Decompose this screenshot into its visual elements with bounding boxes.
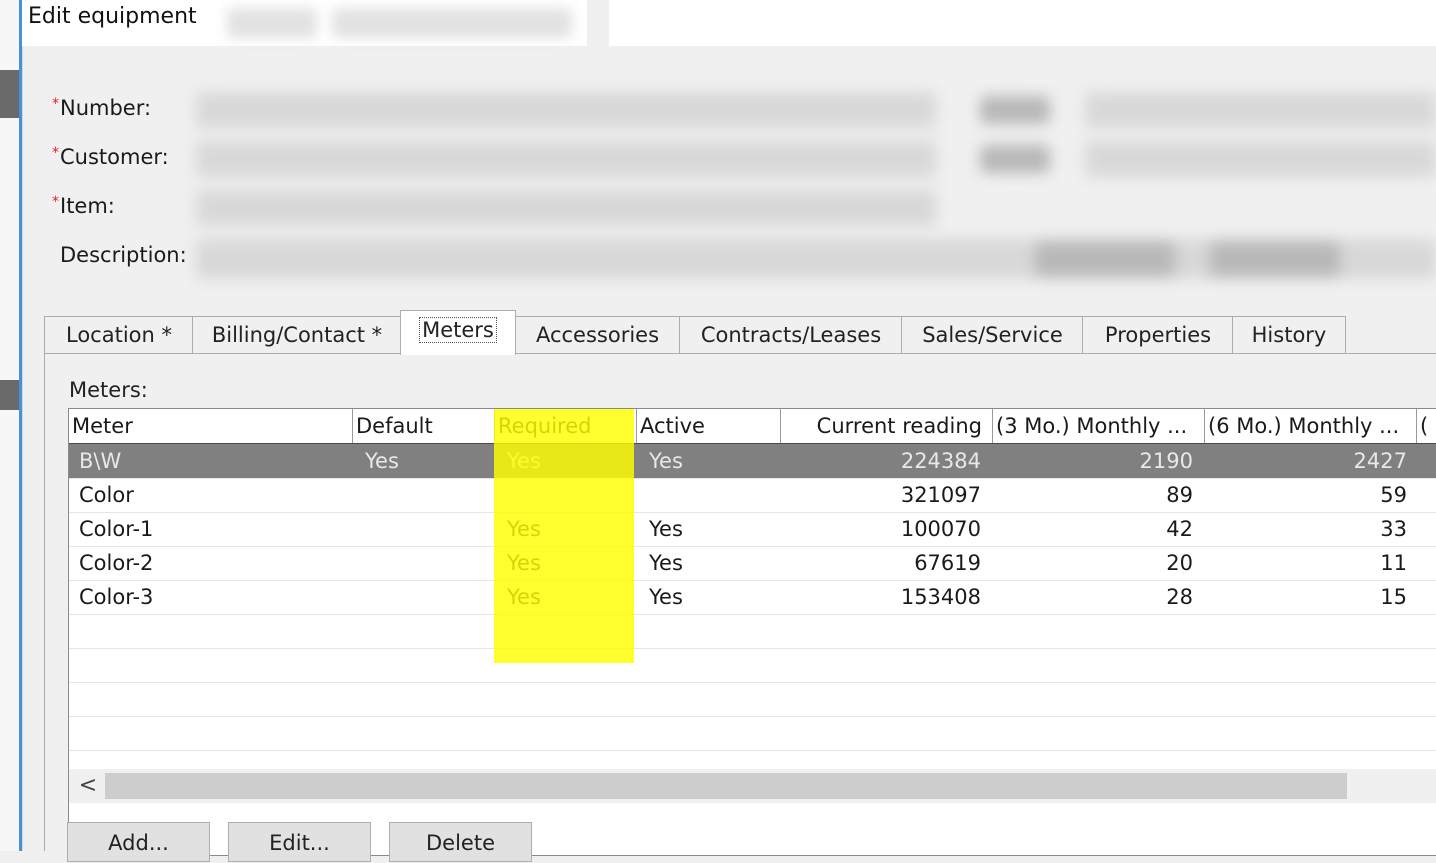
required-marker: *: [52, 145, 59, 161]
meters-section-label: Meters:: [69, 378, 148, 402]
tab-location[interactable]: Location *: [44, 316, 194, 353]
background-window-strip: [0, 0, 23, 851]
column-header-active[interactable]: Active: [637, 409, 781, 443]
column-header-current-reading[interactable]: Current reading: [781, 409, 993, 443]
scroll-left-icon[interactable]: <: [75, 769, 101, 803]
title-bar-gap: [587, 0, 609, 46]
background-window-fragment: [0, 70, 19, 118]
scrollbar-thumb[interactable]: [105, 773, 1347, 799]
meters-grid[interactable]: Meter Default Required Active Current re…: [68, 408, 1436, 856]
item-label: *Item:: [52, 194, 115, 218]
grid-header: Meter Default Required Active Current re…: [69, 409, 1436, 445]
meters-panel: Meters: Meter Default Required Active Cu…: [44, 354, 1436, 856]
tab-history[interactable]: History: [1232, 316, 1346, 353]
table-row-empty: [69, 614, 1436, 649]
table-row-empty: [69, 648, 1436, 683]
table-row[interactable]: Color-2 Yes Yes 67619 20 11: [69, 546, 1436, 581]
table-row-empty: [69, 682, 1436, 717]
add-button[interactable]: Add...: [67, 822, 210, 862]
title-bar: Edit equipment: [22, 0, 1436, 46]
column-header-default[interactable]: Default: [353, 409, 495, 443]
description-label: Description:: [60, 243, 187, 267]
table-row[interactable]: Color-3 Yes Yes 153408 28 15: [69, 580, 1436, 615]
window-title: Edit equipment: [28, 4, 197, 29]
column-header-3mo-monthly[interactable]: (3 Mo.) Monthly ...: [993, 409, 1205, 443]
background-window-fragment: [0, 380, 19, 410]
column-header-overflow[interactable]: (: [1417, 409, 1436, 443]
customer-field[interactable]: [196, 141, 936, 177]
table-row[interactable]: B\W Yes Yes Yes 224384 2190 2427: [69, 444, 1436, 479]
redacted-button[interactable]: [1210, 243, 1340, 275]
column-header-6mo-monthly[interactable]: (6 Mo.) Monthly ...: [1205, 409, 1417, 443]
table-row[interactable]: Color 321097 89 59: [69, 478, 1436, 513]
tab-sales-service[interactable]: Sales/Service: [901, 316, 1084, 353]
tab-accessories[interactable]: Accessories: [514, 316, 681, 353]
redacted-field[interactable]: [1085, 141, 1436, 177]
window-edge: [19, 0, 22, 851]
item-field[interactable]: [196, 190, 936, 226]
redacted-label: [980, 145, 1050, 173]
redacted-title-text: [227, 8, 317, 38]
tab-billing-contact[interactable]: Billing/Contact *: [192, 316, 402, 353]
redacted-field[interactable]: [1085, 92, 1436, 128]
tab-meters[interactable]: Meters: [400, 310, 516, 355]
required-marker: *: [52, 96, 59, 112]
redacted-button[interactable]: [1035, 243, 1175, 275]
number-field[interactable]: [196, 92, 936, 128]
column-header-meter[interactable]: Meter: [69, 409, 353, 443]
edit-button[interactable]: Edit...: [228, 822, 371, 862]
table-row[interactable]: Color-1 Yes Yes 100070 42 33: [69, 512, 1436, 547]
number-label: *Number:: [52, 96, 152, 120]
redacted-label: [980, 96, 1050, 124]
column-header-required[interactable]: Required: [495, 409, 637, 443]
tab-contracts-leases[interactable]: Contracts/Leases: [679, 316, 903, 353]
customer-label: *Customer:: [52, 145, 169, 169]
redacted-title-text: [332, 8, 572, 38]
table-row-empty: [69, 716, 1436, 751]
tab-properties[interactable]: Properties: [1082, 316, 1234, 353]
delete-button[interactable]: Delete: [389, 822, 532, 862]
required-marker: *: [52, 194, 59, 210]
horizontal-scrollbar[interactable]: <: [69, 769, 1436, 803]
